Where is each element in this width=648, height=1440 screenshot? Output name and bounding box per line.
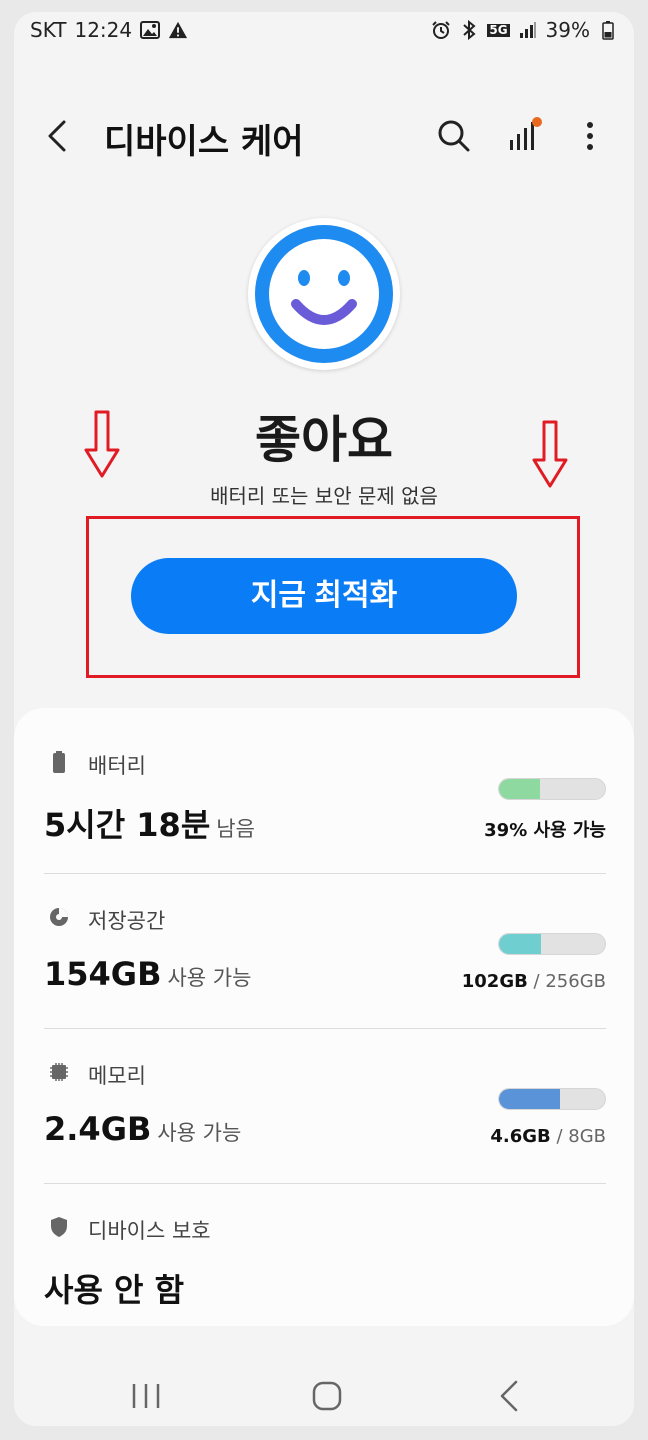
- memory-bar: [498, 1088, 606, 1110]
- storage-value: 154GB 사용 가능: [44, 955, 251, 993]
- storage-available: 154GB: [44, 955, 162, 993]
- smiley-icon: [255, 225, 393, 363]
- memory-chip-icon: [50, 1063, 68, 1081]
- alarm-icon: [431, 20, 451, 40]
- memory-item[interactable]: 메모리 2.4GB 사용 가능 4.6GB / 8GB: [44, 1030, 606, 1185]
- back-arrow-icon: [48, 120, 66, 152]
- memory-bar-fill: [499, 1089, 560, 1109]
- app-header: 디바이스 케어: [14, 100, 634, 170]
- storage-item[interactable]: 저장공간 154GB 사용 가능 102GB / 256GB: [44, 875, 606, 1030]
- storage-label: 저장공간: [88, 909, 166, 933]
- network-label: 5G: [487, 22, 510, 37]
- search-icon: [438, 120, 470, 152]
- more-options-button[interactable]: [580, 116, 600, 156]
- status-bar: SKT 12:24 5G 39%: [14, 12, 634, 48]
- memory-used: 4.6GB: [490, 1126, 551, 1147]
- page-title: 디바이스 케어: [104, 122, 304, 162]
- home-icon: [312, 1381, 342, 1411]
- storage-bar: [498, 933, 606, 955]
- battery-value: 5시간 18분 남음: [44, 800, 255, 846]
- divider: [44, 873, 606, 874]
- status-right: 5G 39%: [431, 18, 618, 42]
- memory-label: 메모리: [88, 1064, 146, 1088]
- memory-total: / 8GB: [550, 1126, 606, 1147]
- battery-label: 배터리: [88, 754, 146, 778]
- annotation-arrow-left: [84, 410, 120, 478]
- warning-icon: [168, 20, 188, 40]
- battery-item[interactable]: 배터리 5시간 18분 남음 39% 사용 가능: [44, 720, 606, 875]
- battery-item-icon: [53, 751, 65, 773]
- more-vert-icon: [587, 122, 593, 150]
- battery-icon: [598, 20, 618, 40]
- phone-screen: SKT 12:24 5G 39% 디바이스 케어 좋아요 배터리 또는 보안 문…: [14, 12, 634, 1426]
- battery-percent: 39%: [545, 18, 590, 42]
- battery-bar-fill: [499, 779, 541, 799]
- device-protection-item[interactable]: 디바이스 보호 사용 안 함: [44, 1185, 606, 1340]
- navigation-bar: [14, 1368, 634, 1426]
- back-button[interactable]: [42, 116, 78, 156]
- stats-icon: [510, 117, 542, 150]
- storage-used: 102GB: [461, 971, 528, 992]
- nav-back-button[interactable]: [490, 1376, 530, 1416]
- clock: 12:24: [74, 18, 133, 42]
- protection-label: 디바이스 보호: [88, 1219, 211, 1243]
- home-button[interactable]: [307, 1376, 347, 1416]
- bluetooth-icon: [459, 20, 479, 40]
- annotation-arrow-right: [532, 420, 568, 488]
- memory-value: 2.4GB 사용 가능: [44, 1110, 241, 1148]
- recent-apps-button[interactable]: [126, 1376, 166, 1416]
- status-left: SKT 12:24: [30, 18, 188, 42]
- usage-stats-button[interactable]: [504, 114, 544, 154]
- divider: [44, 1183, 606, 1184]
- protection-value: 사용 안 함: [44, 1271, 185, 1309]
- recents-icon: [132, 1384, 160, 1408]
- battery-time: 5시간 18분: [44, 806, 211, 844]
- battery-bar: [498, 778, 606, 800]
- signal-icon: [518, 20, 538, 40]
- carrier-label: SKT: [30, 18, 67, 42]
- storage-detail: 102GB / 256GB: [462, 971, 606, 992]
- status-face: [248, 218, 400, 370]
- memory-detail: 4.6GB / 8GB: [490, 1126, 606, 1147]
- device-status-card: 배터리 5시간 18분 남음 39% 사용 가능 저장공간 154GB 사용 가능 …: [14, 708, 634, 1326]
- gallery-icon: [140, 20, 161, 40]
- storage-total: / 256GB: [527, 971, 606, 992]
- memory-unit: 사용 가능: [157, 1121, 242, 1145]
- memory-available: 2.4GB: [44, 1110, 152, 1148]
- nav-back-icon: [500, 1380, 518, 1412]
- optimize-now-button[interactable]: 지금 최적화: [131, 558, 517, 634]
- storage-unit: 사용 가능: [167, 966, 252, 990]
- battery-detail: 39% 사용 가능: [484, 820, 606, 841]
- storage-pie-icon: [50, 908, 68, 926]
- shield-icon: [51, 1217, 67, 1237]
- battery-unit: 남음: [216, 817, 255, 841]
- search-button[interactable]: [434, 116, 474, 156]
- divider: [44, 1028, 606, 1029]
- storage-bar-fill: [499, 934, 542, 954]
